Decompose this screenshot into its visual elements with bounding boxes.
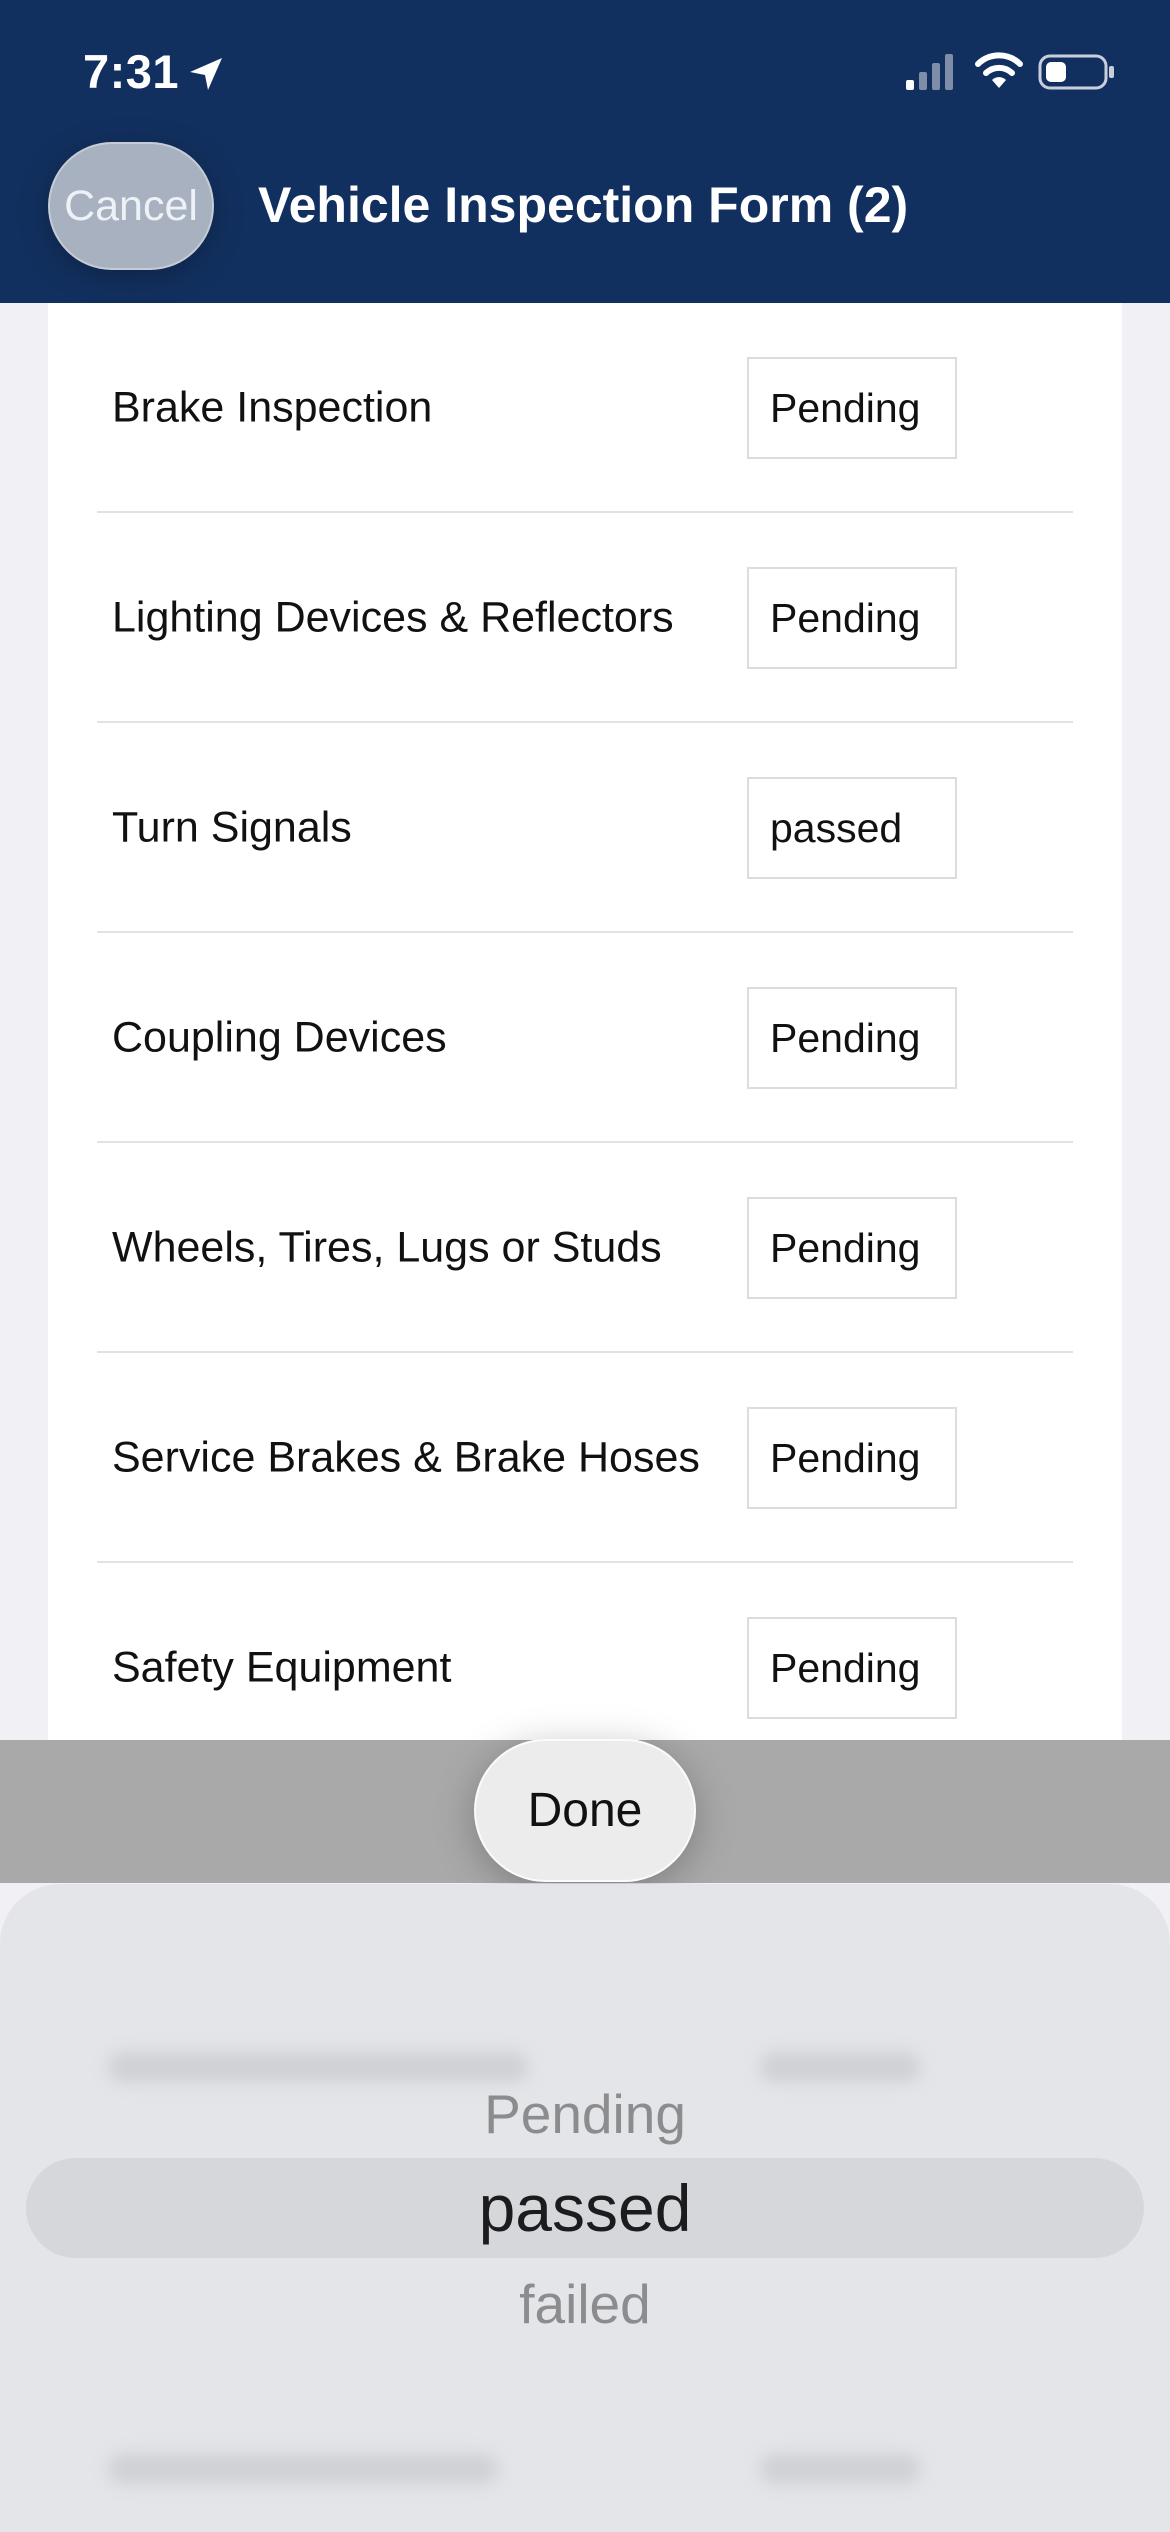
inspection-row-coupling-devices[interactable]: Coupling Devices Pending <box>97 933 1073 1143</box>
blurred-background-value <box>760 2052 920 2082</box>
status-field[interactable]: passed <box>747 777 957 879</box>
location-arrow-icon <box>190 58 222 90</box>
blurred-background-row <box>108 2454 498 2484</box>
status-field[interactable]: Pending <box>747 1197 957 1299</box>
inspection-row-wheels-tires[interactable]: Wheels, Tires, Lugs or Studs Pending <box>97 1143 1073 1353</box>
cellular-signal-icon <box>906 54 953 90</box>
blurred-background-value <box>760 2454 920 2484</box>
status-field[interactable]: Pending <box>747 1617 957 1719</box>
inspection-list: Brake Inspection Pending Lighting Device… <box>48 303 1122 1740</box>
row-label: Brake Inspection <box>112 383 433 432</box>
status-field[interactable]: Pending <box>747 987 957 1089</box>
status-field[interactable]: Pending <box>747 1407 957 1509</box>
navigation-header: 7:31 Cancel Vehicle Inspection Form (2) <box>0 0 1170 303</box>
picker-option-passed[interactable]: passed <box>0 2170 1170 2246</box>
picker-option-pending[interactable]: Pending <box>0 2082 1170 2146</box>
inspection-row-lighting-devices[interactable]: Lighting Devices & Reflectors Pending <box>97 513 1073 723</box>
status-field[interactable]: Pending <box>747 357 957 459</box>
row-label: Turn Signals <box>112 803 352 852</box>
wifi-icon <box>975 52 1023 88</box>
row-label: Lighting Devices & Reflectors <box>112 593 674 642</box>
page-title: Vehicle Inspection Form (2) <box>258 177 909 233</box>
blurred-background-row <box>108 2052 528 2082</box>
inspection-row-brake-inspection[interactable]: Brake Inspection Pending <box>97 303 1073 513</box>
row-label: Coupling Devices <box>112 1013 447 1062</box>
inspection-row-service-brakes[interactable]: Service Brakes & Brake Hoses Pending <box>97 1353 1073 1563</box>
cancel-button[interactable]: Cancel <box>48 142 214 270</box>
inspection-row-turn-signals[interactable]: Turn Signals passed <box>97 723 1073 933</box>
row-label: Wheels, Tires, Lugs or Studs <box>112 1223 662 1272</box>
done-button[interactable]: Done <box>474 1739 696 1882</box>
row-label: Safety Equipment <box>112 1643 452 1692</box>
status-time: 7:31 <box>83 45 180 98</box>
picker-sheet: Pending passed failed <box>0 1884 1170 2532</box>
row-label: Service Brakes & Brake Hoses <box>112 1433 700 1482</box>
battery-icon <box>1038 54 1114 90</box>
status-field[interactable]: Pending <box>747 567 957 669</box>
picker-option-failed[interactable]: failed <box>0 2272 1170 2336</box>
